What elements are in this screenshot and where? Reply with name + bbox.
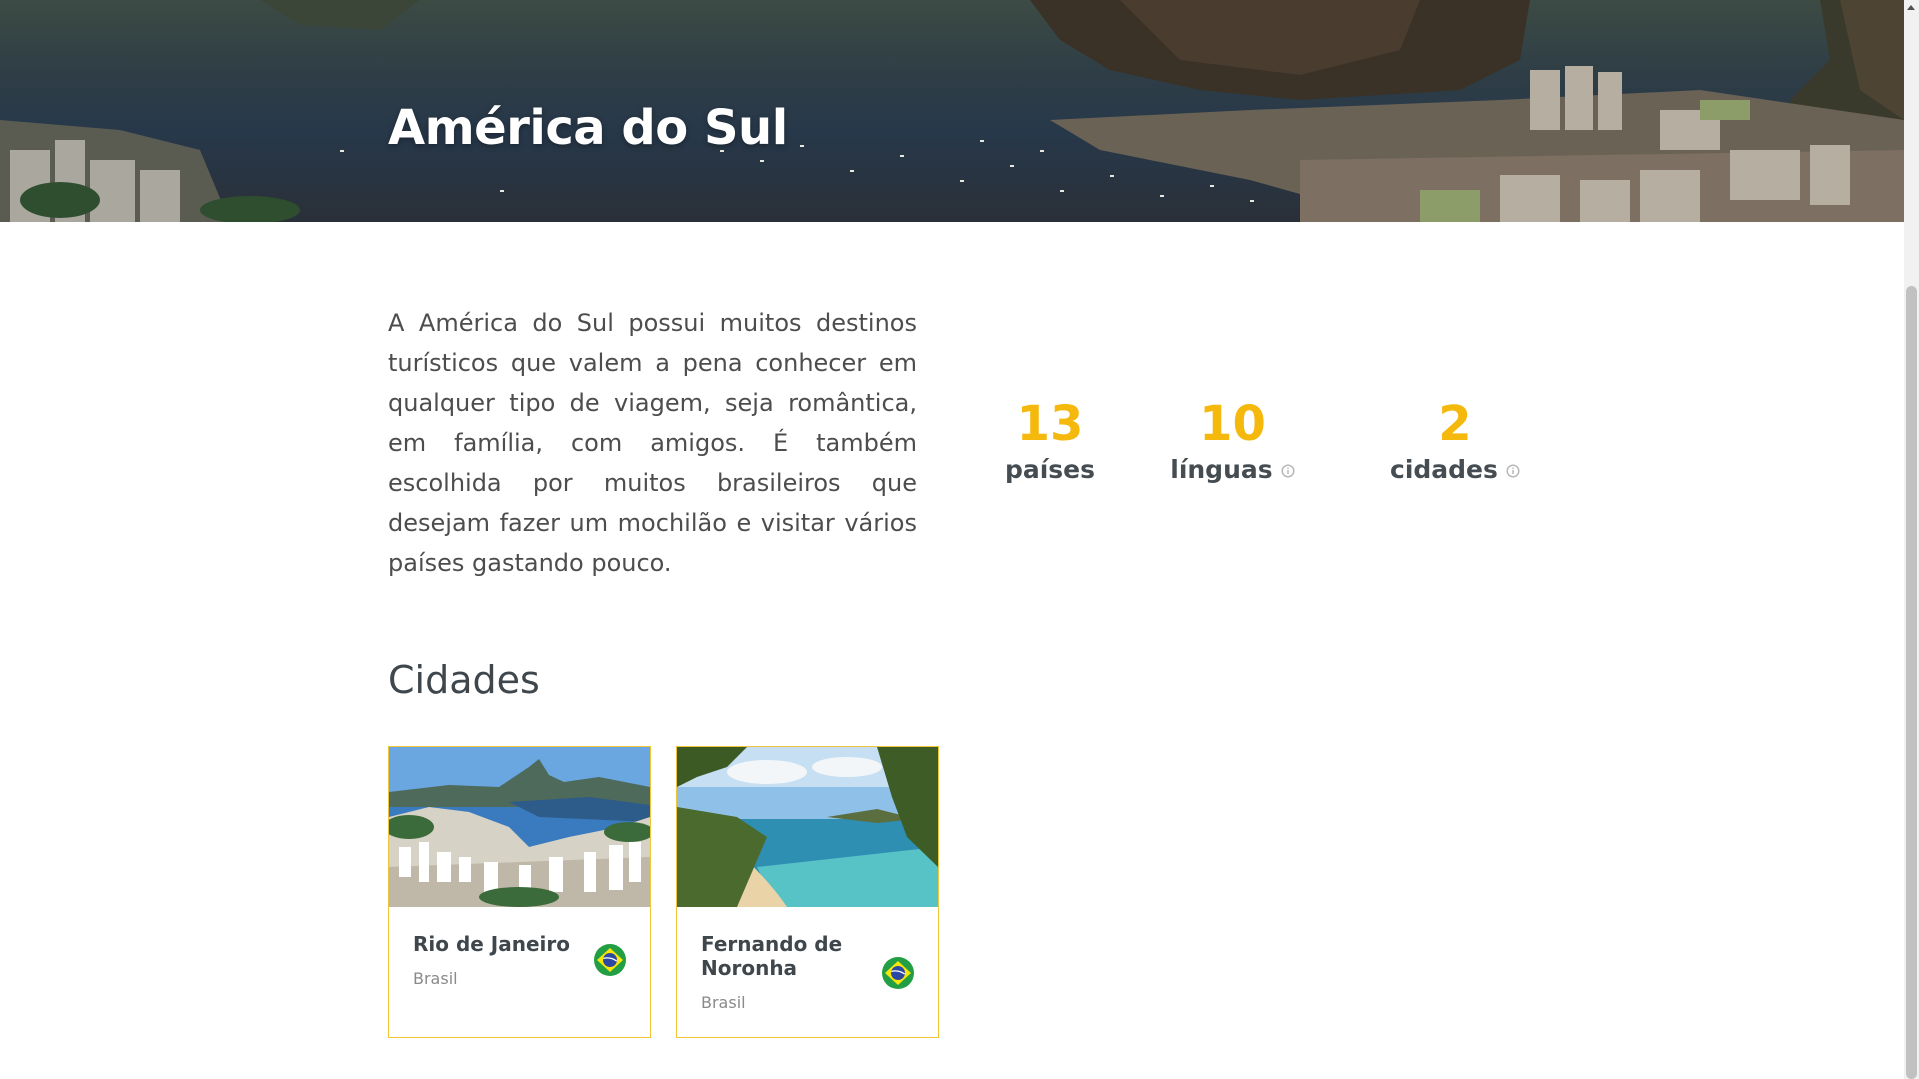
city-name: Rio de Janeiro <box>413 932 571 956</box>
stat-countries: 13 países <box>980 395 1120 487</box>
city-image-fernando-de-noronha <box>677 747 938 907</box>
info-icon[interactable] <box>1506 463 1520 478</box>
city-country: Brasil <box>701 993 746 1012</box>
info-icon[interactable] <box>1281 463 1295 478</box>
scrollbar-thumb[interactable] <box>1906 286 1917 1079</box>
hero-background-image <box>0 0 1904 222</box>
brazil-flag-icon <box>882 957 914 989</box>
city-country: Brasil <box>413 969 458 988</box>
cities-section-title: Cidades <box>388 658 540 702</box>
city-name: Fernando de Noronha <box>701 932 843 980</box>
stat-languages-label: línguas <box>1170 455 1273 484</box>
stat-cities-number: 2 <box>1438 396 1472 452</box>
stat-countries-number: 13 <box>1016 396 1084 452</box>
city-card-rio-de-janeiro[interactable]: Rio de Janeiro Brasil <box>388 746 651 1038</box>
stat-cities: 2 cidades <box>1390 395 1520 487</box>
stat-languages: 10 línguas <box>1170 395 1295 487</box>
stat-cities-label: cidades <box>1390 455 1498 484</box>
city-image-rio-de-janeiro <box>389 747 650 907</box>
brazil-flag-icon <box>594 944 626 976</box>
page-title: América do Sul <box>388 100 788 156</box>
scroll-up-arrow-icon[interactable] <box>1904 0 1919 15</box>
city-card-fernando-de-noronha[interactable]: Fernando de Noronha Brasil <box>676 746 939 1038</box>
stat-languages-number: 10 <box>1199 396 1266 452</box>
region-description: A América do Sul possui muitos destinos … <box>388 309 917 577</box>
stat-countries-label: países <box>1004 455 1096 484</box>
hero-banner: América do Sul <box>0 0 1904 222</box>
vertical-scrollbar[interactable] <box>1904 0 1919 1079</box>
